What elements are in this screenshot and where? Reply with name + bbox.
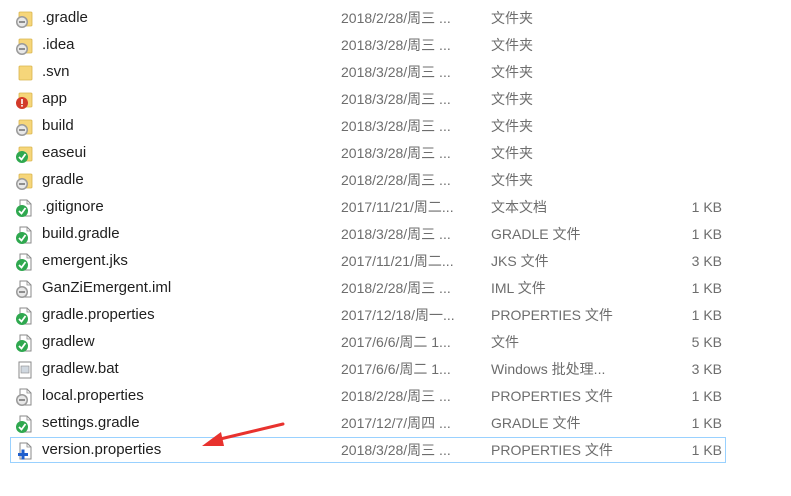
file-name: app [42, 90, 68, 107]
file-green-check-icon [16, 334, 34, 352]
file-date: 2017/12/7/周四 ... [341, 415, 451, 431]
file-type: 文件夹 [491, 118, 533, 134]
file-name: build.gradle [42, 225, 120, 242]
file-gray-minus-icon [16, 388, 34, 406]
file-name: easeui [42, 144, 87, 161]
file-name: gradlew.bat [42, 360, 119, 377]
folder-gray-minus-icon [16, 118, 34, 136]
file-size: 1 KB [691, 415, 722, 431]
file-size: 3 KB [691, 361, 722, 377]
file-date: 2018/3/28/周三 ... [341, 37, 451, 53]
file-green-check-icon [16, 415, 34, 433]
folder-green-check-icon [16, 145, 34, 163]
file-date: 2017/6/6/周二 1... [341, 334, 451, 350]
folder-icon [16, 64, 34, 82]
file-green-check-icon [16, 307, 34, 325]
file-name: version.properties [42, 441, 162, 458]
file-type: 文件夹 [491, 64, 533, 80]
file-name: .idea [42, 36, 75, 53]
file-row[interactable]: version.properties 2018/3/28/周三 ... PROPER… [10, 437, 726, 463]
file-size: 1 KB [691, 280, 722, 296]
file-type: 文件夹 [491, 10, 533, 26]
file-date: 2017/12/18/周一... [341, 307, 455, 323]
folder-gray-minus-icon [16, 172, 34, 190]
file-date: 2017/11/21/周二... [341, 199, 454, 215]
file-row[interactable]: .svn 2018/3/28/周三 ... 文件夹 [10, 59, 726, 85]
file-row[interactable]: easeui 2018/3/28/周三 ... 文件夹 [10, 140, 726, 166]
file-date: 2018/3/28/周三 ... [341, 118, 451, 134]
file-type: Windows 批处理... [491, 361, 606, 377]
file-green-check-icon [16, 226, 34, 244]
file-blue-plus-icon [16, 442, 34, 460]
file-type: JKS 文件 [491, 253, 549, 269]
file-date: 2018/3/28/周三 ... [341, 91, 451, 107]
file-name: GanZiEmergent.iml [42, 279, 172, 296]
file-gray-minus-icon [16, 280, 34, 298]
file-row[interactable]: build.gradle 2018/3/28/周三 ... GRADLE 文件 1 K… [10, 221, 726, 247]
file-size: 1 KB [691, 442, 722, 458]
file-name: .gradle [42, 9, 88, 26]
file-row[interactable]: build 2018/3/28/周三 ... 文件夹 [10, 113, 726, 139]
file-row[interactable]: local.properties 2018/2/28/周三 ... PROPERTI… [10, 383, 726, 409]
file-type: 文件夹 [491, 145, 533, 161]
file-date: 2017/6/6/周二 1... [341, 361, 451, 377]
file-type: 文本文档 [491, 199, 547, 215]
file-date: 2018/3/28/周三 ... [341, 226, 451, 242]
file-type: GRADLE 文件 [491, 415, 581, 431]
file-row[interactable]: .gitignore 2017/11/21/周二... 文本文档 1 KB [10, 194, 726, 220]
folder-red-exclamation-icon [16, 91, 34, 109]
file-row[interactable]: .gradle 2018/2/28/周三 ... 文件夹 [10, 5, 726, 31]
file-name: gradlew [42, 333, 95, 350]
file-row[interactable]: gradlew 2017/6/6/周二 1... 文件 5 KB [10, 329, 726, 355]
file-date: 2017/11/21/周二... [341, 253, 454, 269]
file-type: PROPERTIES 文件 [491, 442, 613, 458]
folder-gray-minus-icon [16, 10, 34, 28]
file-green-check-icon [16, 199, 34, 217]
file-size: 1 KB [691, 226, 722, 242]
file-green-check-icon [16, 253, 34, 271]
file-size: 1 KB [691, 307, 722, 323]
file-name: .svn [42, 63, 70, 80]
file-row[interactable]: gradlew.bat 2017/6/6/周二 1... Windows 批处理..… [10, 356, 726, 382]
file-size: 1 KB [691, 199, 722, 215]
file-type: 文件夹 [491, 172, 533, 188]
file-row[interactable]: GanZiEmergent.iml 2018/2/28/周三 ... IML 文件 1… [10, 275, 726, 301]
file-date: 2018/2/28/周三 ... [341, 280, 451, 296]
file-size: 5 KB [691, 334, 722, 350]
file-row[interactable]: settings.gradle 2017/12/7/周四 ... GRADLE 文件… [10, 410, 726, 436]
file-type: 文件夹 [491, 91, 533, 107]
file-type: 文件夹 [491, 37, 533, 53]
file-type: PROPERTIES 文件 [491, 307, 613, 323]
file-date: 2018/3/28/周三 ... [341, 64, 451, 80]
file-row[interactable]: gradle.properties 2017/12/18/周一... PROPERT… [10, 302, 726, 328]
file-size: 1 KB [691, 388, 722, 404]
file-row[interactable]: app 2018/3/28/周三 ... 文件夹 [10, 86, 726, 112]
file-row[interactable]: emergent.jks 2017/11/21/周二... JKS 文件 3 KB [10, 248, 726, 274]
file-name: gradle.properties [42, 306, 155, 323]
file-date: 2018/2/28/周三 ... [341, 172, 451, 188]
file-row[interactable]: .idea 2018/3/28/周三 ... 文件夹 [10, 32, 726, 58]
file-name: gradle [42, 171, 84, 188]
file-size: 3 KB [691, 253, 722, 269]
file-icon [16, 361, 34, 379]
file-name: .gitignore [42, 198, 104, 215]
file-date: 2018/3/28/周三 ... [341, 442, 451, 458]
file-date: 2018/2/28/周三 ... [341, 10, 451, 26]
file-type: IML 文件 [491, 280, 546, 296]
file-date: 2018/2/28/周三 ... [341, 388, 451, 404]
file-name: settings.gradle [42, 414, 140, 431]
file-name: emergent.jks [42, 252, 128, 269]
file-name: local.properties [42, 387, 144, 404]
file-type: GRADLE 文件 [491, 226, 581, 242]
file-type: 文件 [491, 334, 519, 350]
file-name: build [42, 117, 74, 134]
file-row[interactable]: gradle 2018/2/28/周三 ... 文件夹 [10, 167, 726, 193]
folder-gray-minus-icon [16, 37, 34, 55]
file-type: PROPERTIES 文件 [491, 388, 613, 404]
file-date: 2018/3/28/周三 ... [341, 145, 451, 161]
